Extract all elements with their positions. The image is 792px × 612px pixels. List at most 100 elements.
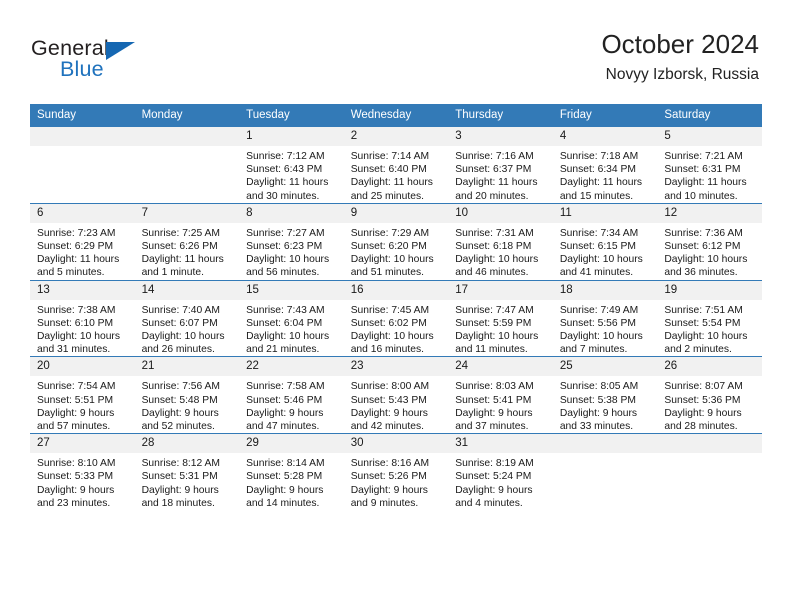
- sunset-text: Sunset: 5:54 PM: [664, 317, 741, 329]
- day-number: 20: [30, 357, 135, 377]
- calendar-day-cell[interactable]: 4 Sunrise: 7:18 AM Sunset: 6:34 PM Daylight…: [552, 127, 658, 203]
- calendar-day-cell[interactable]: 30 Sunrise: 8:16 AM Sunset: 5:26 PM Dayligh…: [343, 433, 449, 511]
- daylight-text-line1: Daylight: 11 hours: [37, 254, 120, 266]
- daylight-text-line2: and 5 minutes.: [37, 267, 105, 279]
- calendar-day-cell[interactable]: 14 Sunrise: 7:40 AM Sunset: 6:07 PM Dayligh…: [134, 279, 240, 357]
- calendar-day-cell[interactable]: 3 Sunrise: 7:16 AM Sunset: 6:37 PM Daylight…: [448, 127, 553, 203]
- calendar-day-cell[interactable]: 18 Sunrise: 7:49 AM Sunset: 5:56 PM Dayligh…: [552, 279, 658, 357]
- calendar-day-cell[interactable]: 19 Sunrise: 7:51 AM Sunset: 5:54 PM Dayligh…: [657, 279, 762, 357]
- calendar-day-cell[interactable]: 6 Sunrise: 7:23 AM Sunset: 6:29 PM Daylight…: [30, 202, 135, 281]
- sunset-text: Sunset: 6:31 PM: [664, 164, 741, 176]
- calendar-week-row: 6 Sunrise: 7:23 AM Sunset: 6:29 PM Daylight…: [30, 202, 762, 281]
- daylight-text-line2: and 18 minutes.: [141, 497, 215, 509]
- day-number: [134, 127, 240, 146]
- sunrise-text: Sunrise: 7:14 AM: [350, 151, 430, 162]
- day-number: 26: [657, 357, 762, 377]
- sunrise-text: Sunrise: 7:49 AM: [559, 304, 639, 316]
- daylight-text-line2: and 2 minutes.: [664, 344, 732, 356]
- daylight-text-line2: and 9 minutes.: [350, 497, 419, 509]
- sunset-text: Sunset: 6:12 PM: [664, 241, 741, 253]
- daylight-text-line2: and 36 minutes.: [664, 267, 738, 279]
- sunrise-text: Sunrise: 8:03 AM: [455, 381, 534, 393]
- day-details: Sunrise: 8:05 AM Sunset: 5:38 PM Daylight:…: [553, 376, 658, 433]
- calendar-day-cell[interactable]: 11 Sunrise: 7:34 AM Sunset: 6:15 PM Dayligh…: [552, 202, 658, 281]
- daylight-text-line2: and 14 minutes.: [246, 497, 320, 509]
- calendar-day-cell[interactable]: 26 Sunrise: 8:07 AM Sunset: 5:36 PM Dayligh…: [657, 356, 762, 434]
- day-number: 12: [657, 203, 762, 223]
- sunrise-sunset-calendar-table: Sunday Monday Tuesday Wednesday Thursday…: [30, 104, 762, 511]
- day-number: 11: [552, 203, 658, 223]
- day-details: Sunrise: 8:19 AM Sunset: 5:24 PM Daylight:…: [448, 453, 553, 510]
- day-details: Sunrise: 7:23 AM Sunset: 6:29 PM Daylight:…: [30, 223, 135, 280]
- calendar-day-cell[interactable]: 21 Sunrise: 7:56 AM Sunset: 5:48 PM Dayligh…: [134, 356, 240, 434]
- day-number: 9: [343, 203, 449, 223]
- calendar-day-cell[interactable]: 12 Sunrise: 7:36 AM Sunset: 6:12 PM Dayligh…: [657, 202, 762, 281]
- day-number: 17: [448, 280, 553, 300]
- sunrise-text: Sunrise: 8:19 AM: [455, 458, 534, 470]
- calendar-day-cell[interactable]: 2 Sunrise: 7:14 AM Sunset: 6:40 PM Daylight…: [343, 127, 449, 203]
- day-details: Sunrise: 8:14 AM Sunset: 5:28 PM Daylight:…: [239, 453, 344, 510]
- sunrise-text: Sunrise: 7:43 AM: [246, 304, 325, 316]
- calendar-day-cell[interactable]: 1 Sunrise: 7:12 AM Sunset: 6:43 PM Daylight…: [239, 127, 344, 203]
- calendar-week-row: 1 Sunrise: 7:12 AM Sunset: 6:43 PM Daylight…: [30, 127, 762, 203]
- day-number: 10: [448, 203, 553, 223]
- daylight-text-line1: Daylight: 9 hours: [455, 484, 533, 496]
- sunset-text: Sunset: 6:26 PM: [141, 241, 218, 253]
- day-details: Sunrise: 7:27 AM Sunset: 6:23 PM Daylight:…: [239, 223, 344, 280]
- day-details: Sunrise: 8:10 AM Sunset: 5:33 PM Daylight:…: [30, 453, 135, 510]
- calendar-day-cell[interactable]: 7 Sunrise: 7:25 AM Sunset: 6:26 PM Daylight…: [134, 202, 240, 281]
- day-details: Sunrise: 8:12 AM Sunset: 5:31 PM Daylight:…: [135, 453, 240, 510]
- calendar-day-cell[interactable]: 22 Sunrise: 7:58 AM Sunset: 5:46 PM Dayligh…: [239, 356, 344, 434]
- daylight-text-line2: and 37 minutes.: [455, 421, 529, 433]
- day-details: Sunrise: 7:43 AM Sunset: 6:04 PM Daylight:…: [239, 300, 344, 357]
- daylight-text-line2: and 30 minutes.: [246, 190, 320, 202]
- daylight-text-line2: and 28 minutes.: [664, 421, 738, 433]
- calendar-day-cell[interactable]: 15 Sunrise: 7:43 AM Sunset: 6:04 PM Dayligh…: [239, 279, 344, 357]
- daylight-text-line1: Daylight: 10 hours: [37, 331, 120, 343]
- calendar-day-cell[interactable]: 16 Sunrise: 7:45 AM Sunset: 6:02 PM Dayligh…: [343, 279, 449, 357]
- calendar-day-cell[interactable]: 20 Sunrise: 7:54 AM Sunset: 5:51 PM Dayligh…: [30, 356, 135, 434]
- sunset-text: Sunset: 6:07 PM: [141, 317, 218, 329]
- day-number: 6: [30, 203, 135, 223]
- calendar-day-cell[interactable]: 24 Sunrise: 8:03 AM Sunset: 5:41 PM Dayligh…: [448, 356, 553, 434]
- calendar-day-cell[interactable]: 27 Sunrise: 8:10 AM Sunset: 5:33 PM Dayligh…: [30, 433, 135, 511]
- calendar-day-cell[interactable]: 13 Sunrise: 7:38 AM Sunset: 6:10 PM Dayligh…: [30, 279, 135, 357]
- calendar-day-cell[interactable]: 17 Sunrise: 7:47 AM Sunset: 5:59 PM Dayligh…: [448, 279, 553, 357]
- daylight-text-line1: Daylight: 10 hours: [455, 331, 539, 343]
- calendar-header-row: Sunday Monday Tuesday Wednesday Thursday…: [30, 104, 762, 127]
- sunset-text: Sunset: 5:28 PM: [246, 471, 323, 483]
- calendar-day-cell[interactable]: 5 Sunrise: 7:21 AM Sunset: 6:31 PM Daylight…: [657, 127, 762, 203]
- sunrise-text: Sunrise: 8:16 AM: [350, 458, 430, 470]
- daylight-text-line1: Daylight: 10 hours: [664, 254, 748, 266]
- day-details: Sunrise: 8:16 AM Sunset: 5:26 PM Daylight:…: [344, 453, 449, 510]
- sunrise-text: Sunrise: 7:25 AM: [141, 227, 220, 239]
- daylight-text-line2: and 23 minutes.: [37, 497, 111, 509]
- sunset-text: Sunset: 5:41 PM: [455, 394, 532, 406]
- calendar-body: 1 Sunrise: 7:12 AM Sunset: 6:43 PM Daylight…: [30, 127, 762, 511]
- brand-logo[interactable]: General Blue: [31, 36, 231, 88]
- calendar-day-cell[interactable]: 8 Sunrise: 7:27 AM Sunset: 6:23 PM Daylight…: [239, 202, 344, 281]
- calendar-week-row: 20 Sunrise: 7:54 AM Sunset: 5:51 PM Dayligh…: [30, 356, 762, 434]
- daylight-text-line1: Daylight: 11 hours: [455, 177, 538, 189]
- calendar-day-cell[interactable]: 9 Sunrise: 7:29 AM Sunset: 6:20 PM Daylight…: [343, 202, 449, 281]
- day-details: Sunrise: 7:12 AM Sunset: 6:43 PM Daylight:…: [239, 146, 344, 203]
- day-number: [552, 434, 658, 454]
- calendar-day-cell[interactable]: 28 Sunrise: 8:12 AM Sunset: 5:31 PM Dayligh…: [134, 433, 240, 511]
- calendar-day-cell[interactable]: 23 Sunrise: 8:00 AM Sunset: 5:43 PM Dayligh…: [343, 356, 449, 434]
- calendar-day-cell[interactable]: 25 Sunrise: 8:05 AM Sunset: 5:38 PM Dayligh…: [552, 356, 658, 434]
- daylight-text-line2: and 47 minutes.: [246, 421, 320, 433]
- daylight-text-line2: and 11 minutes.: [455, 344, 528, 356]
- day-details: Sunrise: 7:31 AM Sunset: 6:18 PM Daylight:…: [448, 223, 553, 280]
- day-number: 30: [343, 434, 449, 454]
- sunrise-text: Sunrise: 7:31 AM: [455, 227, 534, 239]
- day-details: Sunrise: 7:45 AM Sunset: 6:02 PM Daylight:…: [344, 300, 449, 357]
- day-number: 14: [134, 280, 240, 300]
- day-details: Sunrise: 7:14 AM Sunset: 6:40 PM Daylight:…: [344, 146, 449, 203]
- day-number: 27: [30, 434, 135, 454]
- calendar-day-cell[interactable]: 31 Sunrise: 8:19 AM Sunset: 5:24 PM Dayligh…: [448, 433, 553, 511]
- calendar-day-cell[interactable]: 10 Sunrise: 7:31 AM Sunset: 6:18 PM Dayligh…: [448, 202, 553, 281]
- sunset-text: Sunset: 6:34 PM: [559, 164, 636, 176]
- calendar-day-cell[interactable]: 29 Sunrise: 8:14 AM Sunset: 5:28 PM Dayligh…: [239, 433, 344, 511]
- daylight-text-line1: Daylight: 10 hours: [246, 331, 330, 343]
- day-details: Sunrise: 7:49 AM Sunset: 5:56 PM Daylight:…: [553, 300, 658, 357]
